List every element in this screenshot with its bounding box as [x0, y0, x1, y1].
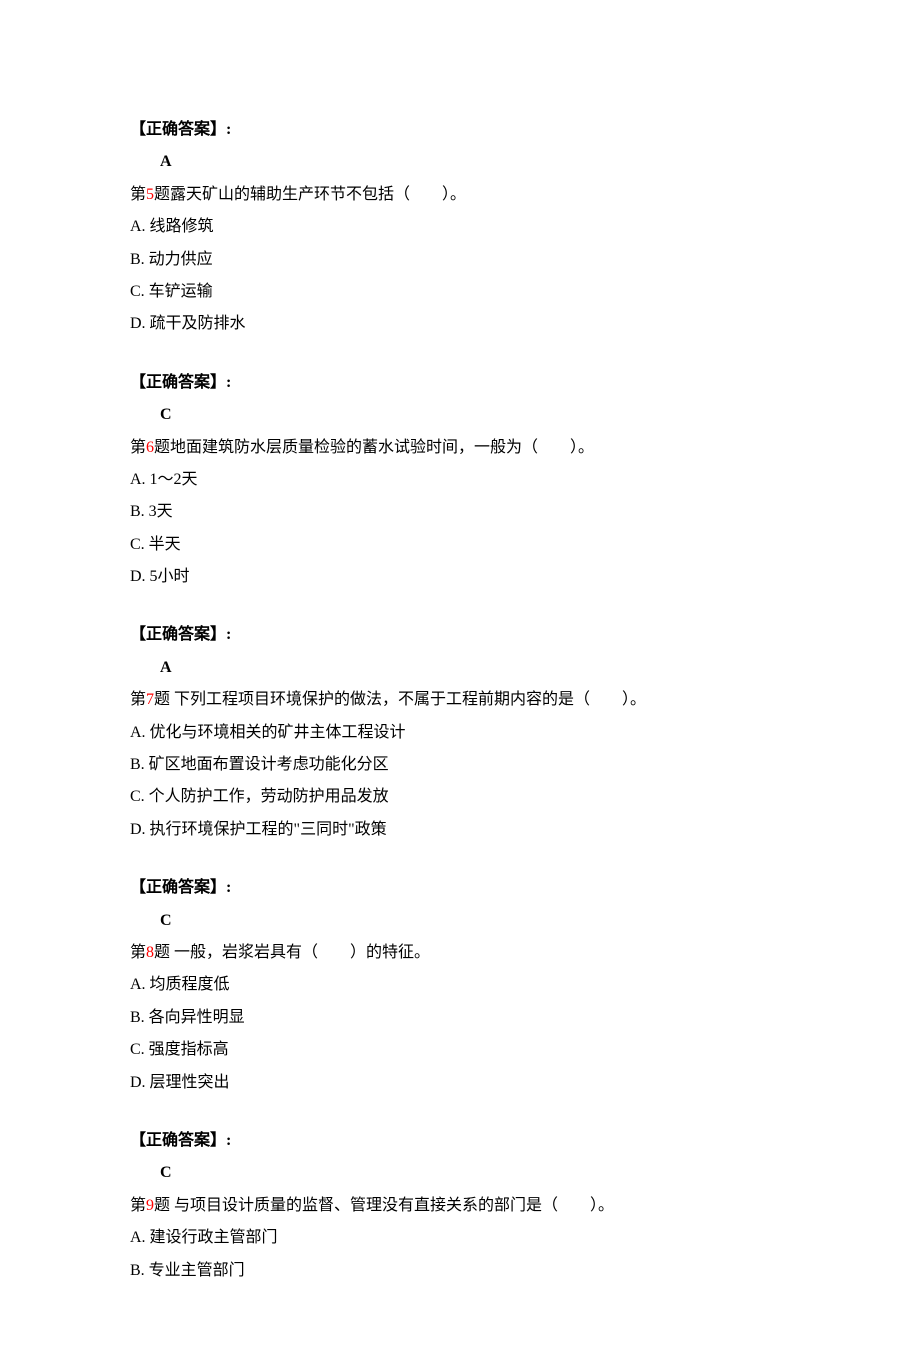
- answer-value: C: [130, 1158, 790, 1188]
- option: C. 强度指标高: [130, 1035, 790, 1065]
- answer-heading: 【正确答案】:: [130, 620, 790, 650]
- question-number: 5: [146, 186, 154, 203]
- question-suffix: 题: [154, 1197, 170, 1214]
- question-text: 地面建筑防水层质量检验的蓄水试验时间，一般为（ ）。: [170, 439, 594, 456]
- question-text: 与项目设计质量的监督、管理没有直接关系的部门是（ ）。: [170, 1197, 614, 1214]
- answer-value: A: [130, 147, 790, 177]
- question-number: 9: [146, 1197, 154, 1214]
- option: D. 执行环境保护工程的"三同时"政策: [130, 815, 790, 845]
- spacer: [130, 592, 790, 620]
- question-prefix: 第: [130, 439, 146, 456]
- question-suffix: 题: [154, 944, 170, 961]
- question-line: 第8题 一般，岩浆岩具有（ ）的特征。: [130, 938, 790, 968]
- option: A. 建设行政主管部门: [130, 1223, 790, 1253]
- option: A. 优化与环境相关的矿井主体工程设计: [130, 718, 790, 748]
- question-text: 露天矿山的辅助生产环节不包括（ ）。: [170, 186, 466, 203]
- question-prefix: 第: [130, 691, 146, 708]
- document-content: 【正确答案】: A 第5题露天矿山的辅助生产环节不包括（ ）。 A. 线路修筑 …: [130, 115, 790, 1286]
- question-number: 7: [146, 691, 154, 708]
- question-prefix: 第: [130, 944, 146, 961]
- option: C. 车铲运输: [130, 277, 790, 307]
- spacer: [130, 1098, 790, 1126]
- question-suffix: 题: [154, 186, 170, 203]
- option: B. 矿区地面布置设计考虑功能化分区: [130, 750, 790, 780]
- option: B. 专业主管部门: [130, 1256, 790, 1286]
- option: B. 3天: [130, 497, 790, 527]
- option: D. 层理性突出: [130, 1068, 790, 1098]
- option: D. 疏干及防排水: [130, 309, 790, 339]
- option: B. 动力供应: [130, 245, 790, 275]
- option: D. 5小时: [130, 562, 790, 592]
- question-line: 第9题 与项目设计质量的监督、管理没有直接关系的部门是（ ）。: [130, 1191, 790, 1221]
- option: A. 1～2天: [130, 465, 790, 495]
- option: C. 个人防护工作，劳动防护用品发放: [130, 782, 790, 812]
- question-line: 第7题 下列工程项目环境保护的做法，不属于工程前期内容的是（ ）。: [130, 685, 790, 715]
- question-suffix: 题: [154, 691, 170, 708]
- question-text: 一般，岩浆岩具有（ ）的特征。: [170, 944, 430, 961]
- question-suffix: 题: [154, 439, 170, 456]
- option: A. 均质程度低: [130, 970, 790, 1000]
- option: B. 各向异性明显: [130, 1003, 790, 1033]
- spacer: [130, 340, 790, 368]
- question-line: 第5题露天矿山的辅助生产环节不包括（ ）。: [130, 180, 790, 210]
- answer-heading: 【正确答案】:: [130, 115, 790, 145]
- question-prefix: 第: [130, 1197, 146, 1214]
- answer-heading: 【正确答案】:: [130, 1126, 790, 1156]
- answer-heading: 【正确答案】:: [130, 873, 790, 903]
- question-text: 下列工程项目环境保护的做法，不属于工程前期内容的是（ ）。: [170, 691, 646, 708]
- answer-value: C: [130, 906, 790, 936]
- spacer: [130, 845, 790, 873]
- answer-value: A: [130, 653, 790, 683]
- question-number: 8: [146, 944, 154, 961]
- question-prefix: 第: [130, 186, 146, 203]
- option: A. 线路修筑: [130, 212, 790, 242]
- question-number: 6: [146, 439, 154, 456]
- answer-heading: 【正确答案】:: [130, 368, 790, 398]
- question-line: 第6题地面建筑防水层质量检验的蓄水试验时间，一般为（ ）。: [130, 433, 790, 463]
- option: C. 半天: [130, 530, 790, 560]
- answer-value: C: [130, 400, 790, 430]
